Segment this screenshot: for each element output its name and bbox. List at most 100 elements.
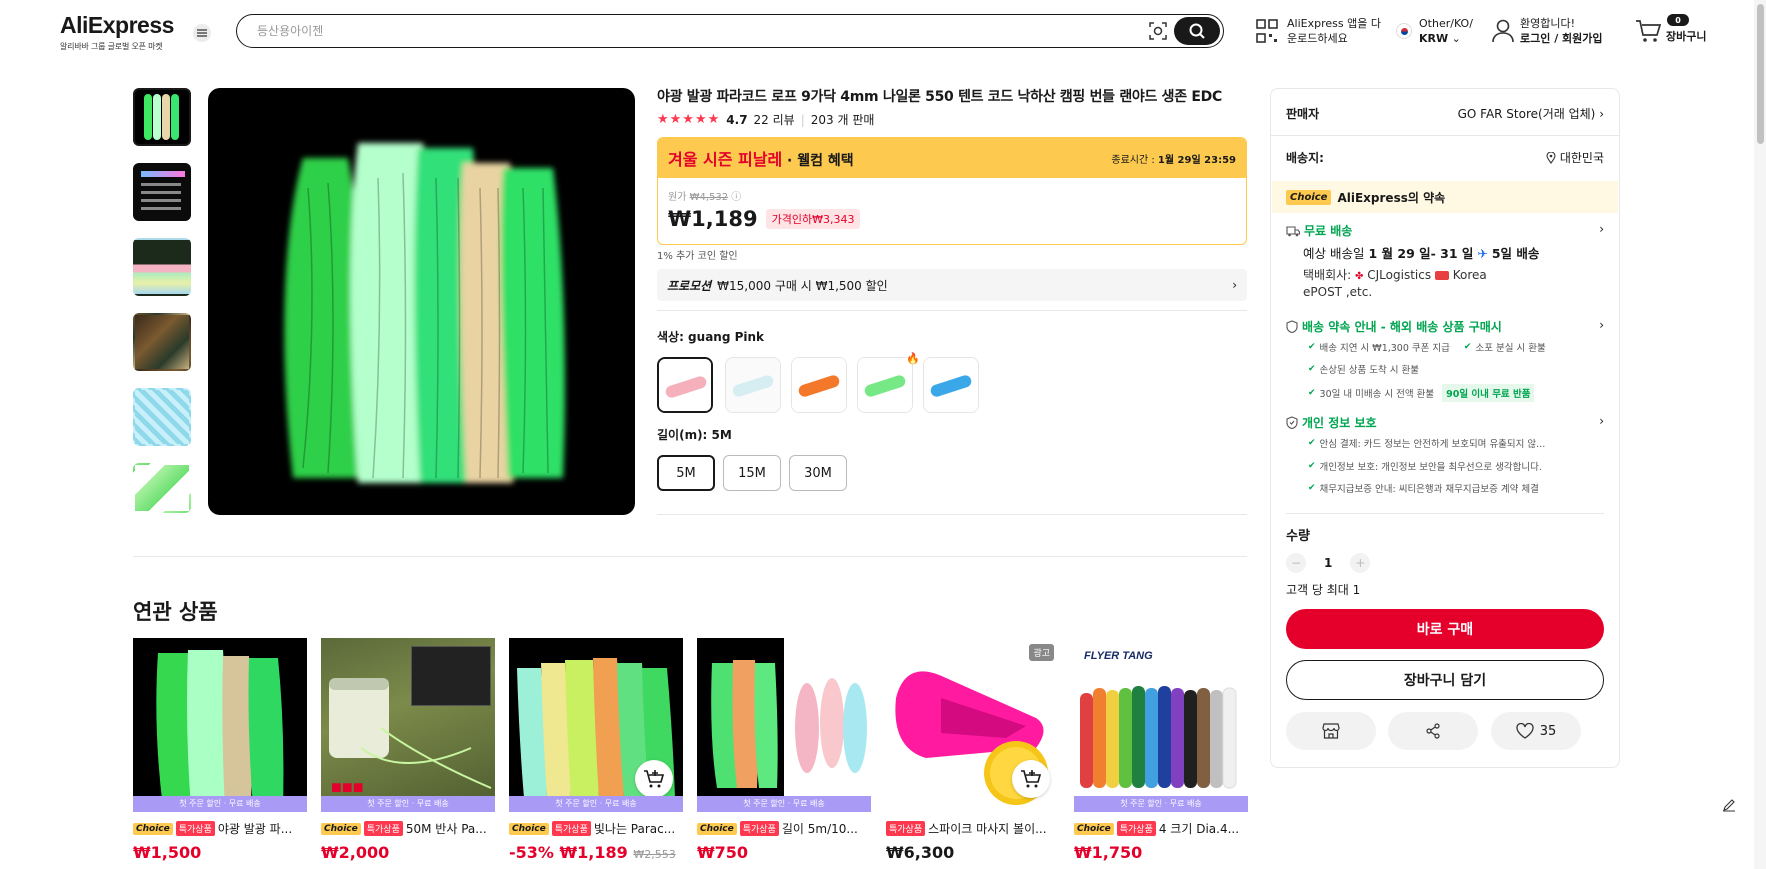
ad-tag: 광고	[1029, 644, 1054, 661]
divider	[133, 556, 1247, 557]
product-card[interactable]: ■■■ 첫 주문 할인 · 무료 배송 Choice 특가상품 50M 반사 Pa.…	[321, 638, 495, 862]
promise-text: 배송 지연 시 ₩1,300 쿠폰 지급	[1319, 343, 1450, 354]
main-product-image[interactable]	[208, 88, 635, 515]
korea-post-logo-icon	[1434, 271, 1449, 280]
sale-price-box: 겨울 시즌 피날레 · 웰컴 혜택 종료시간 : 1월 29일 23:59 원가…	[657, 137, 1247, 245]
user-icon[interactable]	[1492, 19, 1514, 43]
promise-text: 30일 내 미배송 시 전액 환불	[1319, 389, 1435, 400]
qr-code-icon[interactable]	[1256, 19, 1278, 43]
rating-stars: ★★★★★	[657, 112, 721, 127]
thumbnail[interactable]	[133, 88, 191, 146]
color-swatch-green[interactable]	[857, 357, 913, 413]
ship-to-row[interactable]: 배송지: 대한민국	[1286, 149, 1604, 166]
thumbnail[interactable]	[133, 238, 191, 296]
product-card-image: 첫 주문 할인 · 무료 배송	[133, 638, 307, 812]
seller-name: GO FAR Store(거래 업체)	[1457, 107, 1596, 121]
check-icon: ✔	[1308, 342, 1316, 352]
size-option-5m[interactable]: 5M	[657, 455, 715, 491]
wishlist-button[interactable]: 35	[1491, 712, 1581, 750]
seller-row[interactable]: 판매자 GO FAR Store(거래 업체) ›	[1286, 105, 1604, 122]
store-button[interactable]	[1286, 712, 1376, 750]
chevron-right-icon[interactable]: ›	[1599, 414, 1604, 428]
share-button[interactable]	[1388, 712, 1478, 750]
divider	[657, 514, 1247, 515]
increase-button[interactable]: +	[1350, 553, 1371, 573]
product-title: 야광 발광 파라코드 로프 9가닥 4mm 나일론 550 텐트 코드 낙하산 …	[657, 89, 1222, 105]
privacy-item: ✔ 안심 결제: 카드 정보는 안전하게 보호되며 유출되지 않...	[1308, 436, 1545, 450]
thumbnail[interactable]	[133, 463, 191, 513]
size-option-30m[interactable]: 30M	[789, 455, 847, 491]
reviews-link[interactable]: 22 리뷰	[754, 111, 795, 128]
thumbnail[interactable]	[133, 163, 191, 221]
color-swatch-blue[interactable]	[923, 357, 979, 413]
size-option-15m[interactable]: 15M	[723, 455, 781, 491]
promotion-text: ₩15,000 구매 시 ₩1,500 할인	[717, 278, 888, 293]
coin-discount: 1% 추가 코인 할인	[657, 251, 738, 262]
50m-badge-icon: ■■■	[331, 777, 364, 797]
edit-icon[interactable]	[1716, 792, 1742, 818]
chevron-right-icon[interactable]: ›	[1599, 318, 1604, 332]
thumbnail[interactable]	[133, 388, 191, 446]
quantity-label: 수량	[1286, 529, 1310, 544]
plane-icon: ✈	[1477, 246, 1488, 261]
scrollbar-thumb[interactable]	[1757, 4, 1764, 144]
decrease-button[interactable]: −	[1286, 553, 1306, 573]
add-to-cart-button[interactable]: 장바구니 담기	[1286, 660, 1604, 700]
camera-search-icon[interactable]	[1148, 21, 1168, 41]
cart-label[interactable]: 장바구니	[1666, 29, 1706, 44]
product-card[interactable]: 광고 특가상품 스파이크 마사지 볼이... ₩6,300	[886, 638, 1060, 862]
courier-korea: Korea	[1452, 268, 1487, 282]
search-input[interactable]	[257, 21, 1057, 41]
promo-strip: 첫 주문 할인 · 무료 배송	[1074, 796, 1248, 812]
currency-label: KRW	[1419, 32, 1449, 45]
add-to-cart-icon[interactable]	[1012, 760, 1050, 798]
region-currency-selector[interactable]: Other/KO/ KRW ⌄	[1419, 16, 1473, 46]
region-line-1: Other/KO/	[1419, 17, 1473, 30]
product-card[interactable]: FLYER TANG 첫 주문 할인 · 무료 배송 Choice 특가상품 4 크…	[1074, 638, 1248, 862]
page-scrollbar[interactable]	[1754, 0, 1766, 869]
color-swatch-orange[interactable]	[791, 357, 847, 413]
product-price: -53% ₩1,189	[509, 843, 628, 862]
divider	[1286, 513, 1604, 514]
product-price: ₩750	[697, 843, 749, 862]
logo-subtitle: 알리바바 그룹 글로벌 오픈 마켓	[60, 42, 163, 51]
search-button[interactable]	[1174, 17, 1220, 45]
promotion-row[interactable]: 프로모션 ₩15,000 구매 시 ₩1,500 할인 ›	[657, 269, 1247, 301]
buy-now-button[interactable]: 바로 구매	[1286, 609, 1604, 649]
color-swatch-white[interactable]	[725, 357, 781, 413]
product-card-image: ■■■ 첫 주문 할인 · 무료 배송	[321, 638, 495, 812]
login-signup-label: 로그인 / 회원가입	[1520, 32, 1603, 45]
related-products-title: 연관 상품	[133, 600, 218, 624]
product-card[interactable]: 첫 주문 할인 · 무료 배송 Choice 특가상품 길이 5m/10... ₩7…	[697, 638, 871, 862]
product-price: ₩2,000	[321, 843, 390, 862]
product-card[interactable]: 첫 주문 할인 · 무료 배송 Choice 특가상품 빛나는 Parac... -…	[509, 638, 683, 862]
account-link[interactable]: 환영합니다! 로그인 / 회원가입	[1520, 16, 1603, 46]
app-download-link[interactable]: AliExpress 앱을 다 운로드하세요	[1287, 16, 1381, 46]
delivery-promise-title[interactable]: 배송 약속 안내 - 해외 배송 상품 구매시	[1286, 318, 1502, 335]
promo-strip: 첫 주문 할인 · 무료 배송	[133, 796, 307, 812]
cart-icon[interactable]	[1635, 19, 1661, 43]
check-icon: ✔	[1308, 438, 1316, 448]
privacy-title[interactable]: 개인 정보 보호	[1286, 414, 1377, 431]
product-card[interactable]: 첫 주문 할인 · 무료 배송 Choice 특가상품 야광 발광 파... ₩1,…	[133, 638, 307, 862]
info-icon[interactable]: ⓘ	[731, 192, 741, 203]
add-to-cart-icon[interactable]	[635, 760, 673, 798]
promo-strip: 첫 주문 할인 · 무료 배송	[509, 796, 683, 812]
end-time: 1월 29일 23:59	[1157, 154, 1236, 166]
special-deal-tag: 특가상품	[739, 821, 779, 836]
original-price: ₩4,532	[689, 192, 729, 203]
choice-tag: Choice	[509, 822, 549, 835]
aliexpress-logo[interactable]: AliExpress 알리바바 그룹 글로벌 오픈 마켓	[60, 12, 174, 52]
sale-title: 겨울 시즌 피날레	[668, 150, 783, 169]
menu-icon[interactable]	[193, 24, 211, 42]
chevron-right-icon[interactable]: ›	[1599, 222, 1604, 236]
thumbnail[interactable]	[133, 313, 191, 371]
end-time-label: 종료시간 :	[1111, 154, 1155, 166]
free-shipping-label: 무료 배송	[1304, 224, 1353, 238]
share-icon	[1426, 723, 1440, 739]
promise-text: 손상된 상품 도착 시 환불	[1319, 365, 1420, 376]
product-card-image: FLYER TANG 첫 주문 할인 · 무료 배송	[1074, 638, 1248, 812]
sale-price: ₩1,189	[668, 207, 758, 231]
color-swatch-pink[interactable]	[657, 357, 713, 413]
free-shipping-title[interactable]: 무료 배송	[1286, 222, 1352, 239]
